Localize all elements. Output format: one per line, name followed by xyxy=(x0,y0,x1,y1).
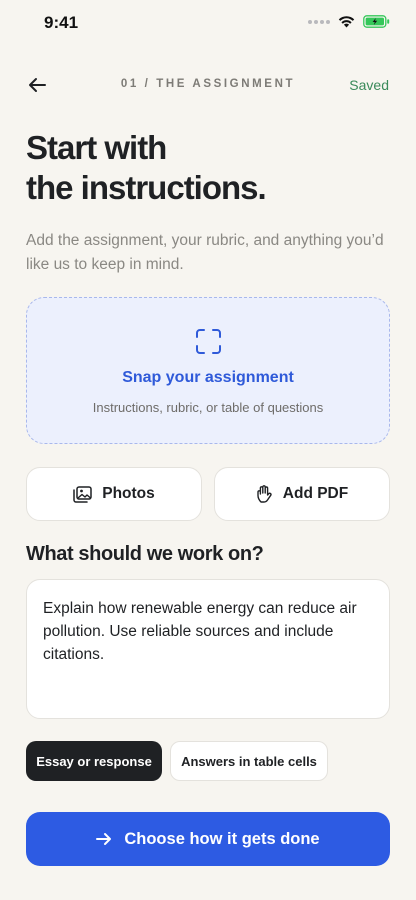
image-icon xyxy=(73,485,92,503)
upload-title: Snap your assignment xyxy=(122,369,294,386)
saved-status: Saved xyxy=(349,77,389,93)
choose-how-label: Choose how it gets done xyxy=(124,829,320,848)
signal-icon xyxy=(308,19,330,24)
status-bar: 9:41 xyxy=(0,0,416,48)
page-subtitle: Add the assignment, your rubric, and any… xyxy=(26,232,384,273)
snap-assignment-dropzone[interactable]: Snap your assignment Instructions, rubri… xyxy=(26,297,390,444)
photos-button[interactable]: Photos xyxy=(26,467,202,521)
add-pdf-label: Add PDF xyxy=(282,485,349,502)
document-hand-icon xyxy=(257,484,272,503)
prompt-section-title: What should we work on? xyxy=(26,543,264,565)
mode-chip-essay[interactable]: Essay or response xyxy=(26,741,162,781)
mode-chip-table-cells[interactable]: Answers in table cells xyxy=(170,741,328,781)
choose-how-button[interactable]: Choose how it gets done xyxy=(26,812,390,866)
scan-icon xyxy=(196,329,221,354)
battery-icon xyxy=(363,15,390,28)
upload-subtitle: Instructions, rubric, or table of questi… xyxy=(92,400,324,415)
top-nav: 01 / THE ASSIGNMENT Saved xyxy=(0,66,416,104)
status-time: 9:41 xyxy=(44,13,79,32)
status-icons xyxy=(308,15,390,28)
wifi-icon xyxy=(338,16,355,28)
page-title-line-2: the instructions. xyxy=(26,169,267,206)
arrow-right-icon xyxy=(96,833,112,845)
page-title-line-1: Start with xyxy=(26,129,167,166)
photos-label: Photos xyxy=(102,485,155,502)
page-title: Start with the instructions. xyxy=(26,128,386,208)
add-pdf-button[interactable]: Add PDF xyxy=(214,467,390,521)
prompt-textarea[interactable]: Explain how renewable energy can reduce … xyxy=(26,579,390,719)
